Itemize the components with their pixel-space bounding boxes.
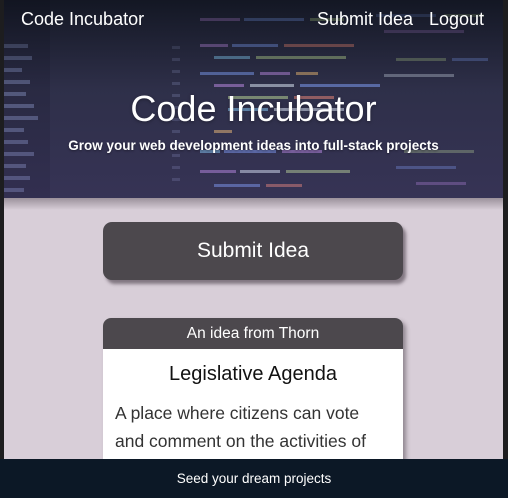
hero-banner: Code Incubator Submit Idea Logout Code I… — [4, 0, 503, 198]
page-footer: Seed your dream projects — [0, 459, 508, 498]
footer-tagline: Seed your dream projects — [176, 471, 332, 486]
hero-title: Code Incubator — [130, 88, 377, 129]
submit-idea-button[interactable]: Submit Idea — [103, 222, 403, 280]
brand-link[interactable]: Code Incubator — [21, 9, 144, 30]
hero-subtitle: Grow your web development ideas into ful… — [68, 138, 439, 153]
idea-card-description: A place where citizens can vote and comm… — [115, 403, 366, 451]
hero-shadow — [4, 198, 503, 210]
idea-card-header: An idea from Thorn — [103, 318, 403, 349]
top-navbar: Code Incubator Submit Idea Logout — [4, 0, 503, 40]
app-frame: Code Incubator Submit Idea Logout Code I… — [4, 0, 503, 498]
nav-submit-idea-link[interactable]: Submit Idea — [317, 9, 413, 30]
idea-card-title: Legislative Agenda — [169, 363, 337, 385]
nav-logout-link[interactable]: Logout — [429, 9, 484, 30]
